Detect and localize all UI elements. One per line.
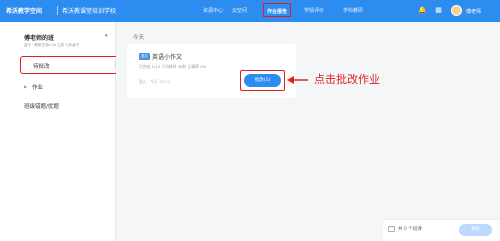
- annotation-text: 点击批改作业: [314, 73, 380, 86]
- class-icon: [388, 226, 395, 232]
- publish-button[interactable]: 发布: [459, 224, 492, 236]
- annotation-arrow: [287, 76, 308, 84]
- class-count: 共 0 个班课: [398, 227, 422, 232]
